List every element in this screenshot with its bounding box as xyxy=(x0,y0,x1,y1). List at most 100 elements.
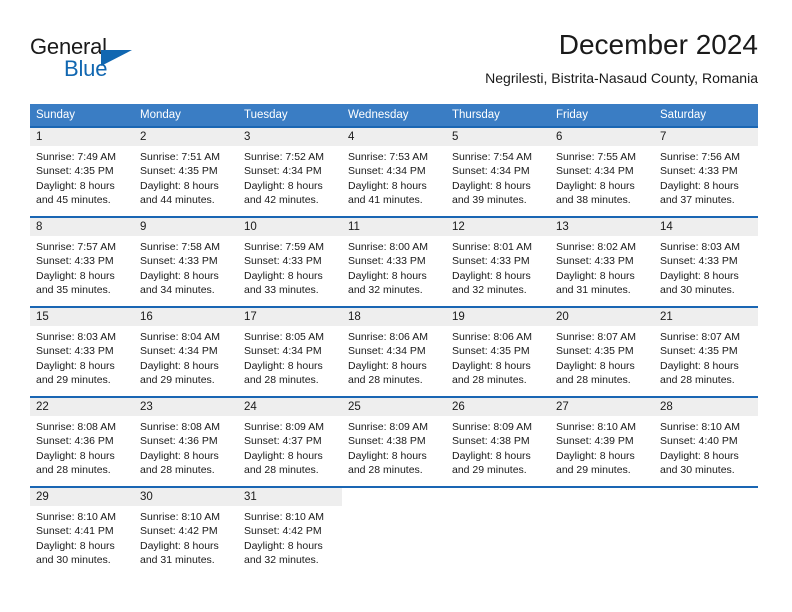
day-details: Sunrise: 8:08 AM Sunset: 4:36 PM Daylight:… xyxy=(30,416,134,486)
day-details xyxy=(342,506,446,576)
day-number: 4 xyxy=(348,131,355,143)
day-cell[interactable]: 16 Sunrise: 8:04 AM Sunset: 4:34 PM Dayligh… xyxy=(134,308,238,396)
day-details: Sunrise: 8:07 AM Sunset: 4:35 PM Daylight:… xyxy=(654,326,758,396)
day-cell[interactable]: 8 Sunrise: 7:57 AM Sunset: 4:33 PM Daylight… xyxy=(30,218,134,306)
day-cell[interactable]: 25 Sunrise: 8:09 AM Sunset: 4:38 PM Dayligh… xyxy=(342,398,446,486)
day-cell[interactable]: 13 Sunrise: 8:02 AM Sunset: 4:33 PM Dayligh… xyxy=(550,218,654,306)
day-cell[interactable]: 3 Sunrise: 7:52 AM Sunset: 4:34 PM Daylight… xyxy=(238,128,342,216)
day-detail-line: Sunrise: 8:05 AM xyxy=(244,331,324,343)
day-detail-line: Sunset: 4:34 PM xyxy=(452,165,530,178)
day-details: Sunrise: 8:10 AM Sunset: 4:42 PM Daylight:… xyxy=(134,506,238,576)
calendar-week-row: 22 Sunrise: 8:08 AM Sunset: 4:36 PM Dayligh… xyxy=(30,396,758,486)
day-cell[interactable]: 9 Sunrise: 7:58 AM Sunset: 4:33 PM Daylight… xyxy=(134,218,238,306)
day-detail-line: Sunset: 4:38 PM xyxy=(348,435,426,448)
day-cell[interactable]: 6 Sunrise: 7:55 AM Sunset: 4:34 PM Daylight… xyxy=(550,128,654,216)
day-cell[interactable]: 19 Sunrise: 8:06 AM Sunset: 4:35 PM Dayligh… xyxy=(446,308,550,396)
day-detail-line: Sunset: 4:33 PM xyxy=(140,255,218,268)
day-detail-line: Sunset: 4:39 PM xyxy=(556,435,634,448)
day-details: Sunrise: 8:04 AM Sunset: 4:34 PM Daylight:… xyxy=(134,326,238,396)
day-cell[interactable]: 18 Sunrise: 8:06 AM Sunset: 4:34 PM Dayligh… xyxy=(342,308,446,396)
day-cell[interactable]: 4 Sunrise: 7:53 AM Sunset: 4:34 PM Daylight… xyxy=(342,128,446,216)
day-detail-line: Sunrise: 8:10 AM xyxy=(140,511,220,523)
day-details: Sunrise: 8:10 AM Sunset: 4:40 PM Daylight:… xyxy=(654,416,758,486)
day-detail-line: Sunset: 4:42 PM xyxy=(244,525,322,538)
day-detail-line: Daylight: 8 hours xyxy=(660,269,739,282)
day-number-band: 10 xyxy=(238,218,342,236)
day-detail-line: Sunrise: 8:06 AM xyxy=(452,331,532,343)
day-cell[interactable]: 29 Sunrise: 8:10 AM Sunset: 4:41 PM Dayligh… xyxy=(30,488,134,576)
day-detail-line: Sunset: 4:33 PM xyxy=(556,255,634,268)
day-cell[interactable]: 20 Sunrise: 8:07 AM Sunset: 4:35 PM Dayligh… xyxy=(550,308,654,396)
day-cell[interactable]: 30 Sunrise: 8:10 AM Sunset: 4:42 PM Dayligh… xyxy=(134,488,238,576)
day-detail-line: Daylight: 8 hours xyxy=(348,179,427,192)
day-detail-line: Sunrise: 7:54 AM xyxy=(452,151,532,163)
day-number-band xyxy=(654,488,758,506)
day-detail-line: Daylight: 8 hours xyxy=(140,539,219,552)
day-number-band: 5 xyxy=(446,128,550,146)
day-cell[interactable]: 1 Sunrise: 7:49 AM Sunset: 4:35 PM Daylight… xyxy=(30,128,134,216)
day-cell[interactable]: 28 Sunrise: 8:10 AM Sunset: 4:40 PM Dayligh… xyxy=(654,398,758,486)
day-detail-line: and 29 minutes. xyxy=(556,464,631,477)
day-detail-line: Daylight: 8 hours xyxy=(348,269,427,282)
day-detail-line: Sunset: 4:33 PM xyxy=(36,255,114,268)
day-cell[interactable]: 12 Sunrise: 8:01 AM Sunset: 4:33 PM Dayligh… xyxy=(446,218,550,306)
day-detail-line: Sunset: 4:38 PM xyxy=(452,435,530,448)
day-number: 31 xyxy=(244,491,257,503)
day-detail-line: Daylight: 8 hours xyxy=(244,359,323,372)
day-cell[interactable]: 26 Sunrise: 8:09 AM Sunset: 4:38 PM Dayligh… xyxy=(446,398,550,486)
day-number-band: 30 xyxy=(134,488,238,506)
day-cell[interactable]: 15 Sunrise: 8:03 AM Sunset: 4:33 PM Dayligh… xyxy=(30,308,134,396)
day-detail-line: Sunrise: 7:53 AM xyxy=(348,151,428,163)
day-detail-line: and 31 minutes. xyxy=(556,284,631,297)
day-number: 30 xyxy=(140,491,153,503)
day-cell[interactable]: 7 Sunrise: 7:56 AM Sunset: 4:33 PM Daylight… xyxy=(654,128,758,216)
day-detail-line: and 44 minutes. xyxy=(140,194,215,207)
day-cell[interactable]: 31 Sunrise: 8:10 AM Sunset: 4:42 PM Dayligh… xyxy=(238,488,342,576)
page-header: General Blue December 2024 Negrilesti, B… xyxy=(30,28,758,90)
day-detail-line: Daylight: 8 hours xyxy=(140,359,219,372)
day-detail-line: and 34 minutes. xyxy=(140,284,215,297)
day-detail-line: Sunset: 4:35 PM xyxy=(660,345,738,358)
day-details: Sunrise: 7:57 AM Sunset: 4:33 PM Daylight:… xyxy=(30,236,134,306)
day-number: 29 xyxy=(36,491,49,503)
day-cell[interactable]: 27 Sunrise: 8:10 AM Sunset: 4:39 PM Dayligh… xyxy=(550,398,654,486)
day-detail-line: Daylight: 8 hours xyxy=(140,269,219,282)
day-details: Sunrise: 7:52 AM Sunset: 4:34 PM Daylight:… xyxy=(238,146,342,216)
day-cell[interactable]: 11 Sunrise: 8:00 AM Sunset: 4:33 PM Dayligh… xyxy=(342,218,446,306)
day-detail-line: and 30 minutes. xyxy=(36,554,111,567)
day-detail-line: and 29 minutes. xyxy=(36,374,111,387)
day-details: Sunrise: 7:49 AM Sunset: 4:35 PM Daylight:… xyxy=(30,146,134,216)
page-title: December 2024 xyxy=(558,29,758,60)
day-detail-line: Sunset: 4:36 PM xyxy=(36,435,114,448)
weekday-header-saturday: Saturday xyxy=(660,109,707,121)
day-details: Sunrise: 8:03 AM Sunset: 4:33 PM Daylight:… xyxy=(654,236,758,306)
day-detail-line: and 29 minutes. xyxy=(452,464,527,477)
day-details: Sunrise: 8:00 AM Sunset: 4:33 PM Daylight:… xyxy=(342,236,446,306)
day-cell[interactable]: 10 Sunrise: 7:59 AM Sunset: 4:33 PM Dayligh… xyxy=(238,218,342,306)
day-details: Sunrise: 7:54 AM Sunset: 4:34 PM Daylight:… xyxy=(446,146,550,216)
day-number-band: 17 xyxy=(238,308,342,326)
day-cell[interactable]: 14 Sunrise: 8:03 AM Sunset: 4:33 PM Dayligh… xyxy=(654,218,758,306)
day-detail-line: and 28 minutes. xyxy=(660,374,735,387)
day-detail-line: Sunrise: 8:01 AM xyxy=(452,241,532,253)
day-number: 16 xyxy=(140,311,153,323)
day-cell[interactable]: 2 Sunrise: 7:51 AM Sunset: 4:35 PM Daylight… xyxy=(134,128,238,216)
day-detail-line: and 28 minutes. xyxy=(244,374,319,387)
day-cell[interactable]: 17 Sunrise: 8:05 AM Sunset: 4:34 PM Dayligh… xyxy=(238,308,342,396)
logo[interactable]: General Blue xyxy=(30,34,210,90)
day-cell[interactable]: 22 Sunrise: 8:08 AM Sunset: 4:36 PM Dayligh… xyxy=(30,398,134,486)
day-number-band: 1 xyxy=(30,128,134,146)
day-detail-line: and 35 minutes. xyxy=(36,284,111,297)
day-cell[interactable]: 5 Sunrise: 7:54 AM Sunset: 4:34 PM Daylight… xyxy=(446,128,550,216)
day-cell[interactable]: 23 Sunrise: 8:08 AM Sunset: 4:36 PM Dayligh… xyxy=(134,398,238,486)
weekday-header-friday: Friday xyxy=(556,109,588,121)
day-cell[interactable]: 21 Sunrise: 8:07 AM Sunset: 4:35 PM Dayligh… xyxy=(654,308,758,396)
day-detail-line: Daylight: 8 hours xyxy=(660,359,739,372)
day-number-band: 21 xyxy=(654,308,758,326)
day-details: Sunrise: 8:06 AM Sunset: 4:35 PM Daylight:… xyxy=(446,326,550,396)
day-cell[interactable]: 24 Sunrise: 8:09 AM Sunset: 4:37 PM Dayligh… xyxy=(238,398,342,486)
day-detail-line: Sunrise: 8:02 AM xyxy=(556,241,636,253)
day-number: 15 xyxy=(36,311,49,323)
day-detail-line: Sunset: 4:35 PM xyxy=(556,345,634,358)
day-detail-line: Sunrise: 8:03 AM xyxy=(660,241,740,253)
